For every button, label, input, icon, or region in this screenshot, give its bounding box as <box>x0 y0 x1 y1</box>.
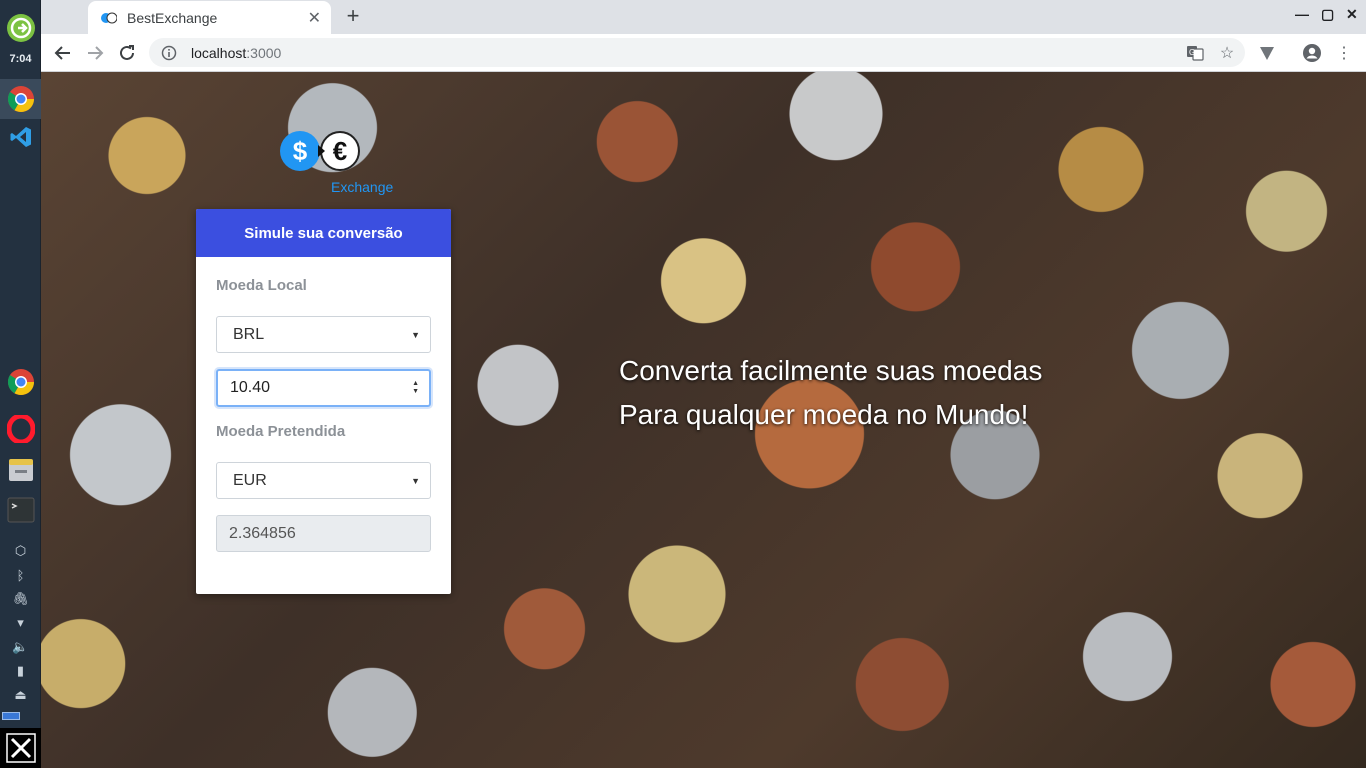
target-currency-value: EUR <box>233 471 267 489</box>
files-icon[interactable] <box>0 450 41 490</box>
hero-tagline: Converta facilmente suas moedas Para qua… <box>619 349 1042 437</box>
url-port: :3000 <box>246 44 282 61</box>
dropbox-icon[interactable]: ⬡ <box>0 541 41 561</box>
opera-icon[interactable] <box>0 409 41 449</box>
clock-text: 7:04 <box>9 53 32 65</box>
minimize-icon[interactable]: — <box>1295 6 1309 22</box>
new-tab-button[interactable]: + <box>341 5 365 29</box>
eject-icon[interactable]: ⏏ <box>0 685 41 705</box>
chevron-down-icon: ▼ <box>411 329 420 340</box>
info-icon[interactable] <box>161 45 177 61</box>
url-host: localhost <box>191 44 247 61</box>
dollar-icon: $ <box>280 131 320 171</box>
maximize-icon[interactable]: ▢ <box>1321 6 1334 23</box>
tab-strip: BestExchange ✕ + — ▢ ✕ <box>41 0 1366 34</box>
x-logo-icon[interactable] <box>0 728 41 768</box>
launcher-icon[interactable] <box>0 8 41 48</box>
local-currency-value: BRL <box>233 325 265 343</box>
svg-text:G: G <box>1189 48 1195 57</box>
workspace-indicator[interactable] <box>2 712 20 720</box>
number-spinner-icon[interactable]: ▲ ▼ <box>412 380 419 396</box>
euro-icon: € <box>320 131 360 171</box>
browser-toolbar: localhost:3000 G ☆ ⋮ <box>41 34 1366 72</box>
bluetooth-icon[interactable]: ᛒ <box>0 565 41 585</box>
terminal-icon[interactable] <box>0 490 41 530</box>
reload-icon[interactable] <box>115 41 139 65</box>
local-currency-select[interactable]: BRL ▼ <box>216 316 431 353</box>
chrome-icon[interactable] <box>0 362 41 402</box>
chrome-icon[interactable] <box>0 79 41 119</box>
arrow-icon <box>318 145 325 157</box>
battery-icon[interactable]: ▮ <box>0 661 41 681</box>
close-tab-icon[interactable]: ✕ <box>308 8 321 28</box>
extension-icon[interactable] <box>1257 43 1277 63</box>
profile-icon[interactable] <box>1302 43 1322 63</box>
chevron-down-icon: ▼ <box>411 475 420 486</box>
clip-icon[interactable]: 🖇 <box>0 589 41 609</box>
desktop-dock: 7:04 ⬡ ᛒ 🖇 ▾ 🔈 ▮ ⏏ <box>0 0 41 768</box>
conversion-card: Simule sua conversão Moeda Local BRL ▼ 1… <box>196 209 451 594</box>
address-bar[interactable]: localhost:3000 <box>149 38 1245 67</box>
target-currency-select[interactable]: EUR ▼ <box>216 462 431 499</box>
tab-bestexchange[interactable]: BestExchange ✕ <box>88 1 331 34</box>
target-currency-label: Moeda Pretendida <box>216 423 346 440</box>
bookmark-star-icon[interactable]: ☆ <box>1217 43 1237 63</box>
tagline-line-1: Converta facilmente suas moedas <box>619 355 1043 386</box>
tab-title: BestExchange <box>127 9 218 26</box>
logo-text: Exchange <box>331 179 394 195</box>
tagline-line-2: Para qualquer moeda no Mundo! <box>619 399 1029 430</box>
amount-value: 10.40 <box>230 379 271 396</box>
page-viewport: $ € Exchange Simule sua conversão Moeda … <box>41 72 1366 768</box>
card-title: Simule sua conversão <box>196 209 451 257</box>
forward-icon[interactable] <box>83 41 107 65</box>
amount-input[interactable]: 10.40 ▲ ▼ <box>216 369 431 407</box>
back-icon[interactable] <box>51 41 75 65</box>
menu-kebab-icon[interactable]: ⋮ <box>1334 43 1354 63</box>
wifi-icon[interactable]: ▾ <box>0 613 41 633</box>
result-field: 2.364856 <box>216 515 431 552</box>
close-window-icon[interactable]: ✕ <box>1346 6 1358 23</box>
translate-icon[interactable]: G <box>1185 43 1205 63</box>
vscode-icon[interactable] <box>0 117 41 157</box>
volume-icon[interactable]: 🔈 <box>0 637 41 657</box>
local-currency-label: Moeda Local <box>216 277 307 294</box>
favicon-icon <box>101 12 117 23</box>
app-logo[interactable]: $ € Exchange <box>280 131 406 199</box>
